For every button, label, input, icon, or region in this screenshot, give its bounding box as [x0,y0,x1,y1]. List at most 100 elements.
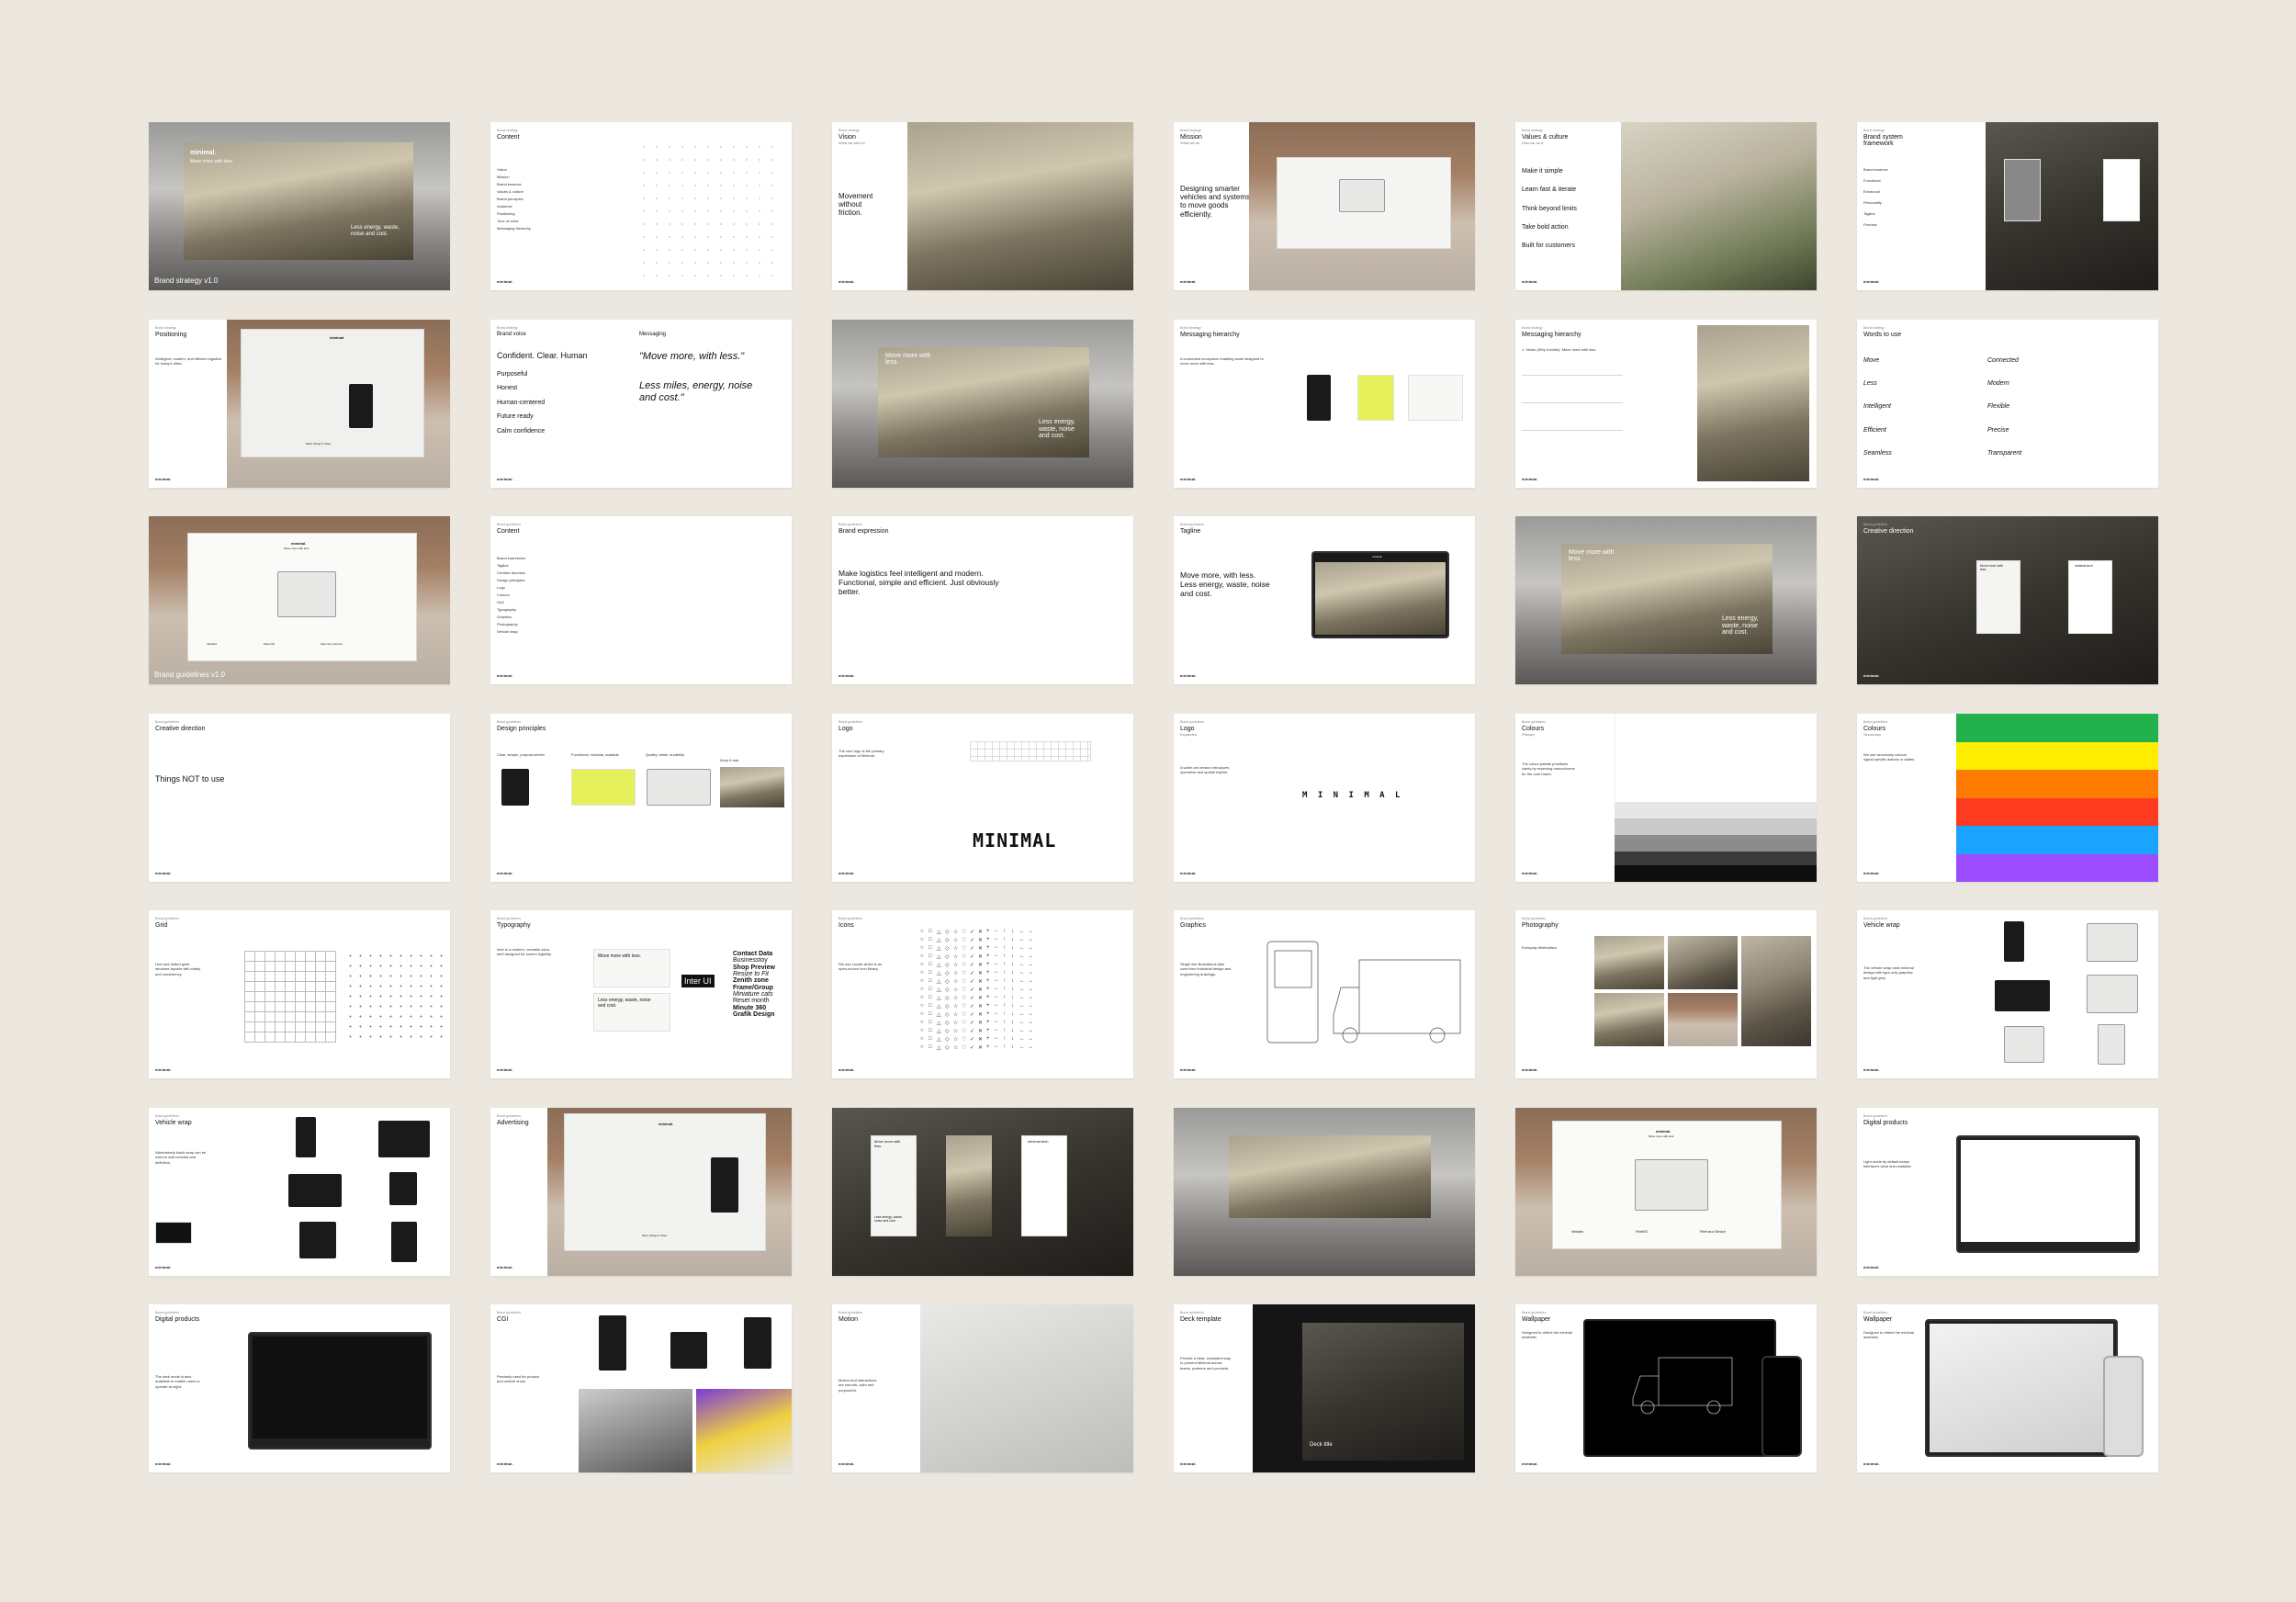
icon-sample-icon: ○ [920,1044,924,1050]
slide-brand-guidelines-cover[interactable]: minimal. Move more with less. Vehicles F… [149,516,450,684]
slide-messaging-hierarchy-2[interactable]: Brand strategy Messaging hierarchy 1. Vi… [1515,320,1817,488]
slide-colours-primary[interactable]: Brand guidelines Colours Primary The col… [1515,714,1817,882]
slide-footer-logo: minimal. [1863,477,1880,481]
slide-title: Values & culture [1522,134,1569,141]
slide-logo-expanded[interactable]: Brand guidelines Logo Expanded A wider-s… [1174,714,1475,882]
logo-construction-grid [970,741,1091,762]
icon-sample-icon: ← [1019,978,1025,984]
icon-sample-icon: ○ [920,929,924,934]
word-item: Precise [1987,426,2009,434]
slide-footer-logo: minimal. [838,1461,855,1466]
slide-footer-logo: minimal. [1522,871,1538,875]
motion-gradient [920,1304,1133,1472]
slide-creative-direction[interactable]: Brand guidelines Creative direction Move… [1857,516,2158,684]
slide-creative-direction-donts[interactable]: Brand guidelines Creative direction Thin… [149,714,450,882]
content-item: Tone of voice [497,219,519,223]
slide-footer-logo: minimal. [155,1461,172,1466]
slide-positioning[interactable]: Brand strategy Positioning Intelligent, … [149,320,450,488]
slide-brand-framework[interactable]: Brand strategy Brand system framework Br… [1857,122,2158,290]
slide-messaging-hierarchy[interactable]: Brand strategy Messaging hierarchy A con… [1174,320,1475,488]
icon-sample-icon: ○ [920,945,924,951]
slide-digital-products-dark[interactable]: Brand guidelines Digital products The da… [149,1304,450,1472]
slide-header: Brand strategy [838,129,860,132]
slide-header: Brand guidelines [1180,523,1205,526]
icon-sample-icon: ✕ [978,979,984,985]
slide-footer-logo: minimal. [155,871,172,875]
slide-digital-products-light[interactable]: Brand guidelines Digital products Light … [1857,1108,2158,1276]
slide-wallpaper-dark[interactable]: Brand guidelines Wallpaper Designed to r… [1515,1304,1817,1472]
value-item: Take bold action [1522,223,1569,231]
colours-body: We use secondary colours signal specific… [1863,752,1916,762]
slide-title: Mission [1180,134,1202,141]
slide-station-billboard-wide[interactable] [1174,1108,1475,1276]
slide-guidelines-content[interactable]: Brand guidelines Content Brand expressio… [490,516,792,684]
icon-sample-icon: ✕ [978,946,984,952]
slide-billboard-station-2[interactable]: Move more with less. Less energy, waste,… [1515,516,1817,684]
icon-sample-icon: ✕ [978,971,984,976]
slide-vision[interactable]: Brand strategy Vision What we aim for Mo… [832,122,1133,290]
slide-logo[interactable]: Brand guidelines Logo The core logo is t… [832,714,1133,882]
slide-grid[interactable]: Brand guidelines Grid Line and dotted gr… [149,910,450,1078]
icon-sample-icon: ♡ [962,930,967,935]
slide-motion[interactable]: Brand guidelines Motion Motion and inter… [832,1304,1133,1472]
slide-deck-template[interactable]: Brand guidelines Deck template Provide a… [1174,1304,1475,1472]
laptop-screen [253,1337,427,1438]
icon-sample-icon: △ [937,971,941,976]
slide-typography[interactable]: Brand guidelines Typography Inter is a m… [490,910,792,1078]
framework-row: Promise [1863,222,1877,227]
vehicle-graphic [1307,375,1331,421]
icon-sample-icon: ◇ [945,1021,950,1026]
slide-mission[interactable]: Brand strategy Mission What we do Design… [1174,122,1475,290]
slide-brand-voice[interactable]: Brand strategy Confident. Clear. Human B… [490,320,792,488]
type-sample: Move more with less. [593,949,670,987]
slide-footer-logo: minimal. [1522,1067,1538,1072]
slide-design-principles[interactable]: Brand guidelines Design principles Clear… [490,714,792,882]
slide-subtitle: How we do it [1522,141,1543,145]
billboard-subtitle: Move more with less. [1649,1134,1675,1138]
slide-icons[interactable]: Brand guidelines Icons We use Lucide whi… [832,910,1133,1078]
slide-title: Vision [838,134,856,141]
tablet-graphic [1925,1319,2118,1457]
voice-item: Honest [497,385,518,392]
value-item: Think beyond limits [1522,205,1577,212]
slide-title: CGI [497,1316,509,1323]
laptop-graphic [1956,1135,2140,1253]
billboard-col: Vehicles [1571,1230,1584,1234]
icon-sample-icon: □ [929,970,932,976]
poster [2103,159,2140,221]
slide-words-to-use[interactable]: Brand strategy Words to use Move Less In… [1857,320,2158,488]
slide-brand-expression[interactable]: Brand guidelines Brand expression Make l… [832,516,1133,684]
slide-advertising[interactable]: Brand guidelines Advertising minimal. Mo… [490,1108,792,1276]
icon-sample-icon: − [995,987,998,992]
icon-sample-icon: ♡ [962,1037,967,1043]
slide-vehicle-wrap-light[interactable]: Brand guidelines Vehicle wrap The vehicl… [1857,910,2158,1078]
vehicle-graphic [389,1172,417,1205]
mission-statement: Designing smarter vehicles and systems t… [1180,185,1251,219]
slide-billboard-station[interactable]: Move more with less. Less energy, waste,… [832,320,1133,488]
icon-sample-icon: ↑ [1003,987,1006,992]
slide-colours-secondary[interactable]: Brand guidelines Colours Secondary We us… [1857,714,2158,882]
icon-sample-icon: + [986,937,990,942]
icon-sample-icon: ◇ [945,979,950,985]
icon-sample-icon: + [986,953,990,959]
vehicle-graphic [1339,179,1385,212]
hierarchy-body: 1. Vision (Why it exists): Move more wit… [1522,347,1597,352]
icon-sample-icon: ○ [920,1036,924,1042]
icon-sample-icon: □ [929,995,932,1000]
slide-cgi[interactable]: Brand guidelines CGI Precisely used for … [490,1304,792,1472]
slide-title: Advertising [497,1120,529,1126]
slide-photography[interactable]: Brand guidelines Photography Everyday Mi… [1515,910,1817,1078]
word-item: Modern [1987,380,2009,388]
slide-tagline[interactable]: Brand guidelines Tagline Move more, with… [1174,516,1475,684]
slide-brand-strategy-cover[interactable]: minimal. Move more with less. Less energ… [149,122,450,290]
slide-graphics[interactable]: Brand guidelines Graphics Single line il… [1174,910,1475,1078]
slide-values[interactable]: Brand strategy Values & culture How we d… [1515,122,1817,290]
slide-wallpaper-light[interactable]: Brand guidelines Wallpaper Designed to r… [1857,1304,2158,1472]
slide-posters-station[interactable]: Move more with less. Less energy, waste,… [832,1108,1133,1276]
colour-band [1956,770,2158,798]
deck-title-label: Deck title [1310,1442,1333,1448]
slide-vehicle-wrap-dark[interactable]: Brand guidelines Vehicle wrap Alternativ… [149,1108,450,1276]
specimen-line: Shop Preview [733,964,775,971]
slide-strategy-content[interactable]: Brand strategy Content Vision Mission Br… [490,122,792,290]
slide-street-billboard[interactable]: minimal. Move more with less. Vehicles F… [1515,1108,1817,1276]
